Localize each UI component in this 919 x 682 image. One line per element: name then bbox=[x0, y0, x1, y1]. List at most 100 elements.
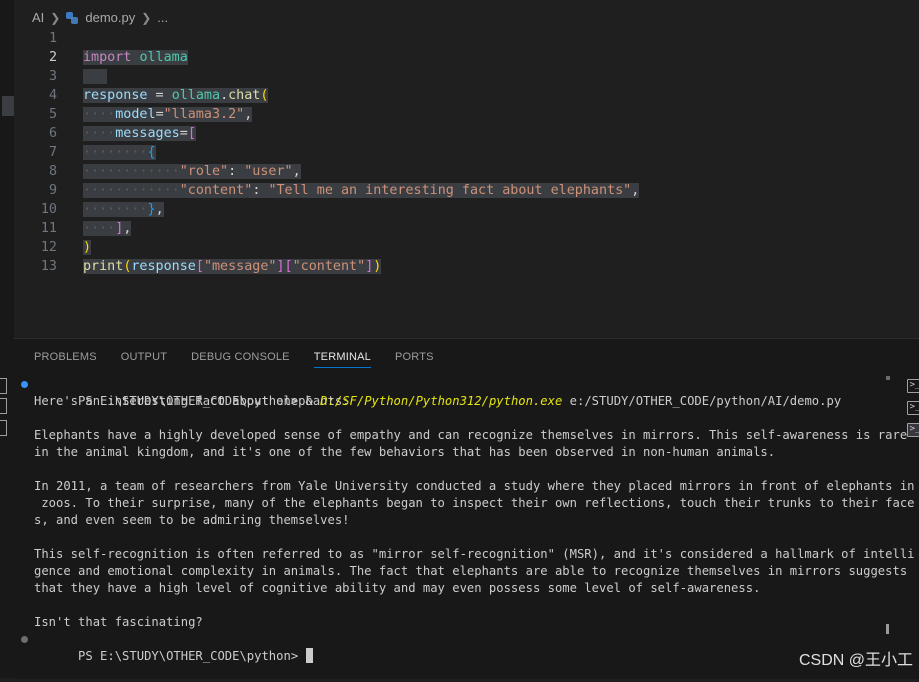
python-exe-path[interactable]: D:/SF/Python/Python312/python.exe bbox=[320, 394, 562, 408]
breadcrumb-file[interactable]: demo.py bbox=[85, 10, 135, 25]
code-line[interactable]: 9 ············"content": "Tell me an inte… bbox=[14, 181, 919, 200]
code-token: response bbox=[131, 259, 196, 274]
chevron-right-icon: ❯ bbox=[141, 10, 152, 25]
code-line[interactable]: 5 ····model="llama3.2", bbox=[14, 105, 919, 124]
line-number: 5 bbox=[48, 107, 57, 122]
terminal-prompt: PS E:\STUDY\OTHER_CODE\python> bbox=[78, 394, 306, 408]
code-line[interactable]: 2 import ollama bbox=[14, 48, 919, 67]
tab-terminal[interactable]: TERMINAL bbox=[313, 351, 371, 368]
tab-ports[interactable]: PORTS bbox=[395, 351, 434, 368]
terminal-output[interactable]: PS E:\STUDY\OTHER_CODE\python> & D:/SF/P… bbox=[21, 376, 915, 663]
line-number: 9 bbox=[48, 183, 57, 198]
code-text: ········{ bbox=[83, 143, 156, 162]
line-number: 7 bbox=[48, 145, 57, 160]
terminal-line: zoos. To their surprise, many of the ele… bbox=[34, 496, 915, 510]
code-token: : bbox=[252, 183, 269, 198]
tab-problems[interactable]: PROBLEMS bbox=[34, 351, 97, 368]
terminal-scrollbar-thumb[interactable] bbox=[886, 624, 889, 634]
terminal-instance-icon[interactable]: >_ bbox=[907, 423, 919, 437]
code-token: : bbox=[228, 164, 245, 179]
watermark: CSDN @王小工 bbox=[798, 652, 913, 669]
code-token: print bbox=[83, 259, 124, 274]
code-token: ( bbox=[260, 88, 269, 103]
line-number: 10 bbox=[40, 202, 57, 217]
line-number: 1 bbox=[48, 31, 57, 46]
code-text: ············"content": "Tell me an inter… bbox=[83, 181, 640, 200]
terminal-line: gence and emotional complexity in animal… bbox=[34, 564, 908, 578]
terminal-line: s, and even seem to be admiring themselv… bbox=[34, 513, 350, 527]
code-text bbox=[83, 67, 108, 86]
code-line[interactable]: 6 ····messages=[ bbox=[14, 124, 919, 143]
code-line[interactable]: 10 ········}, bbox=[14, 200, 919, 219]
code-token: ···· bbox=[83, 221, 116, 236]
code-token: , bbox=[155, 202, 164, 217]
line-number: 6 bbox=[48, 126, 57, 141]
line-number: 12 bbox=[40, 240, 57, 255]
command-prefix: & bbox=[305, 394, 321, 408]
collapsed-panel-handle[interactable] bbox=[0, 378, 7, 394]
terminal-prompt: PS E:\STUDY\OTHER_CODE\python> bbox=[78, 649, 306, 663]
code-line[interactable]: 13 print(response["message"]["content"]) bbox=[14, 257, 919, 276]
code-editor[interactable]: 1 2 import ollama 3 4 response = ollama.chat… bbox=[14, 28, 919, 338]
code-token: { bbox=[147, 145, 156, 160]
breadcrumb-folder[interactable]: AI bbox=[32, 10, 44, 25]
code-token: "Tell me an interesting fact about eleph… bbox=[268, 183, 632, 198]
code-text: print(response["message"]["content"]) bbox=[83, 257, 382, 276]
code-token: model bbox=[115, 107, 156, 122]
code-token: messages bbox=[115, 126, 180, 141]
code-token: "content" bbox=[292, 259, 366, 274]
code-line[interactable]: 4 response = ollama.chat( bbox=[14, 86, 919, 105]
code-token: "content" bbox=[179, 183, 253, 198]
collapsed-panel-handle[interactable] bbox=[0, 398, 7, 414]
code-line[interactable]: 11 ····], bbox=[14, 219, 919, 238]
code-token: "llama3.2" bbox=[163, 107, 245, 122]
code-token: response bbox=[83, 88, 148, 103]
code-line[interactable]: 1 bbox=[14, 29, 919, 48]
terminal-line: in the animal kingdom, and it's one of t… bbox=[34, 445, 776, 459]
code-token: ········ bbox=[83, 202, 148, 217]
terminal-line: that they have a high level of cognitive… bbox=[34, 581, 761, 595]
line-number: 8 bbox=[48, 164, 57, 179]
code-text: ········}, bbox=[83, 200, 164, 219]
code-text: import ollama bbox=[83, 48, 188, 67]
terminal-line: Elephants have a highly developed sense … bbox=[34, 428, 908, 442]
script-path[interactable]: e:/STUDY/OTHER_CODE/python/AI/demo.py bbox=[562, 394, 842, 408]
terminal-cursor bbox=[305, 648, 313, 663]
code-line[interactable]: 3 bbox=[14, 67, 919, 86]
code-token: ][ bbox=[276, 259, 293, 274]
collapsed-panel-handle[interactable] bbox=[0, 420, 7, 436]
code-line[interactable]: 12) bbox=[14, 238, 919, 257]
code-token: import bbox=[83, 50, 132, 65]
terminal-instance-icon[interactable]: >_ bbox=[907, 379, 919, 393]
code-token: ············ bbox=[83, 183, 180, 198]
code-token: chat bbox=[228, 88, 261, 103]
breadcrumb-more[interactable]: ... bbox=[157, 10, 168, 25]
selection-highlight bbox=[83, 69, 108, 84]
code-token: ollama bbox=[171, 88, 221, 103]
code-token: [ bbox=[195, 259, 204, 274]
code-token: = bbox=[179, 126, 188, 141]
tab-output[interactable]: OUTPUT bbox=[121, 351, 167, 368]
code-text: response = ollama.chat( bbox=[83, 86, 269, 105]
chevron-right-icon: ❯ bbox=[50, 10, 61, 25]
line-number: 13 bbox=[40, 259, 57, 274]
code-token: = bbox=[147, 88, 172, 103]
code-token: . bbox=[220, 88, 229, 103]
code-token: , bbox=[631, 183, 640, 198]
code-token: ollama bbox=[139, 50, 188, 65]
code-line[interactable]: 8 ············"role": "user", bbox=[14, 162, 919, 181]
code-line[interactable]: 7 ········{ bbox=[14, 143, 919, 162]
active-view-marker bbox=[2, 96, 14, 116]
command-idle-dot bbox=[21, 636, 28, 643]
code-token: ) bbox=[83, 240, 92, 255]
command-success-dot[interactable] bbox=[21, 381, 28, 388]
code-text: ) bbox=[83, 238, 92, 257]
code-text: ····], bbox=[83, 219, 132, 238]
code-token: "message" bbox=[203, 259, 277, 274]
terminal-instance-icon[interactable]: >_ bbox=[907, 401, 919, 415]
activity-bar-edge bbox=[0, 0, 15, 678]
tab-debug-console[interactable]: DEBUG CONSOLE bbox=[191, 351, 290, 368]
